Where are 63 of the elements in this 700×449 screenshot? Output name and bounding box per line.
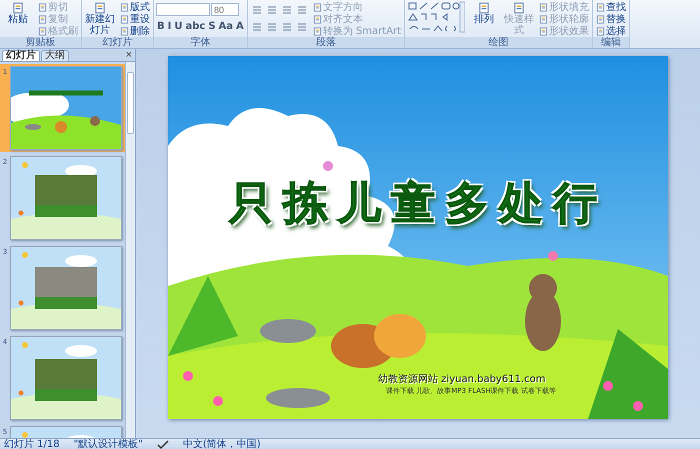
language-label[interactable]: 中文(简体，中国) (182, 439, 261, 449)
format-button[interactable]: B (156, 20, 166, 34)
spellcheck-icon[interactable] (156, 440, 169, 449)
format-button[interactable]: A (235, 20, 245, 34)
lines-icon[interactable] (250, 22, 263, 32)
document-icon (539, 2, 548, 12)
group-label: 段落 (248, 37, 404, 48)
shape-gallery[interactable] (407, 1, 466, 33)
ribbon-button[interactable]: 删除 (119, 25, 151, 37)
lines-icon[interactable] (266, 22, 278, 32)
lines-icon[interactable] (266, 4, 278, 14)
pane-tab[interactable]: 大纲 (41, 50, 69, 61)
document-icon (38, 2, 47, 12)
document-icon (312, 26, 322, 36)
document-icon (38, 14, 47, 24)
document-icon (539, 14, 548, 24)
lines-icon[interactable] (280, 22, 293, 32)
document-icon (596, 14, 606, 24)
document-icon (120, 26, 129, 36)
document-icon (539, 26, 548, 36)
slide-count: 幻灯片 1/18 (4, 439, 60, 449)
ribbon-button[interactable]: 版式 (119, 1, 151, 13)
theme-name: "默认设计模板" (74, 439, 143, 449)
document-icon (312, 14, 322, 24)
document-icon (596, 26, 606, 36)
format-button[interactable]: Aa (218, 20, 234, 34)
format-button[interactable]: U (173, 20, 184, 34)
document-icon (120, 14, 129, 24)
ribbon-button[interactable]: 选择 (595, 25, 628, 37)
ribbon-button[interactable]: 粘贴 (2, 1, 34, 25)
ribbon-button[interactable]: 排列 (468, 1, 500, 25)
document-icon (312, 2, 322, 12)
ribbon-button[interactable]: 替换 (595, 13, 628, 25)
group-label: 编辑 (593, 37, 630, 48)
document-icon (513, 2, 526, 14)
group-label: 幻灯片 (82, 37, 153, 48)
ribbon-button[interactable]: 查找 (595, 1, 628, 13)
site-caption: 幼教资源网站 ziyuan.baby611.com (378, 372, 546, 386)
group-label: 剪贴板 (0, 37, 81, 48)
lines-icon[interactable] (250, 4, 263, 14)
scroll-thumb[interactable] (127, 72, 134, 134)
document-icon (12, 2, 24, 14)
close-button[interactable]: × (126, 50, 132, 61)
slide-title: 只拣儿童多处行 (228, 177, 608, 231)
lines-icon[interactable] (296, 4, 308, 14)
pane-tab[interactable]: 幻灯片 (2, 50, 40, 61)
document-icon (38, 26, 47, 36)
format-button[interactable]: abc (184, 20, 206, 34)
ribbon-button[interactable]: 重设 (119, 13, 151, 25)
document-icon (94, 2, 106, 14)
document-icon (120, 2, 129, 12)
scrollbar[interactable] (125, 62, 135, 438)
document-icon (478, 2, 490, 14)
lines-icon[interactable] (296, 22, 308, 32)
format-button[interactable]: S (207, 20, 217, 34)
lines-icon[interactable] (280, 4, 293, 14)
font-size-field[interactable]: 80 (211, 3, 239, 16)
group-label: 字体 (154, 37, 247, 48)
group-label: 绘图 (405, 37, 592, 48)
ribbon-button[interactable]: 新建幻灯片 (84, 1, 116, 36)
font-name-field[interactable] (156, 3, 210, 16)
document-icon (596, 2, 606, 12)
format-button[interactable]: I (166, 20, 172, 34)
